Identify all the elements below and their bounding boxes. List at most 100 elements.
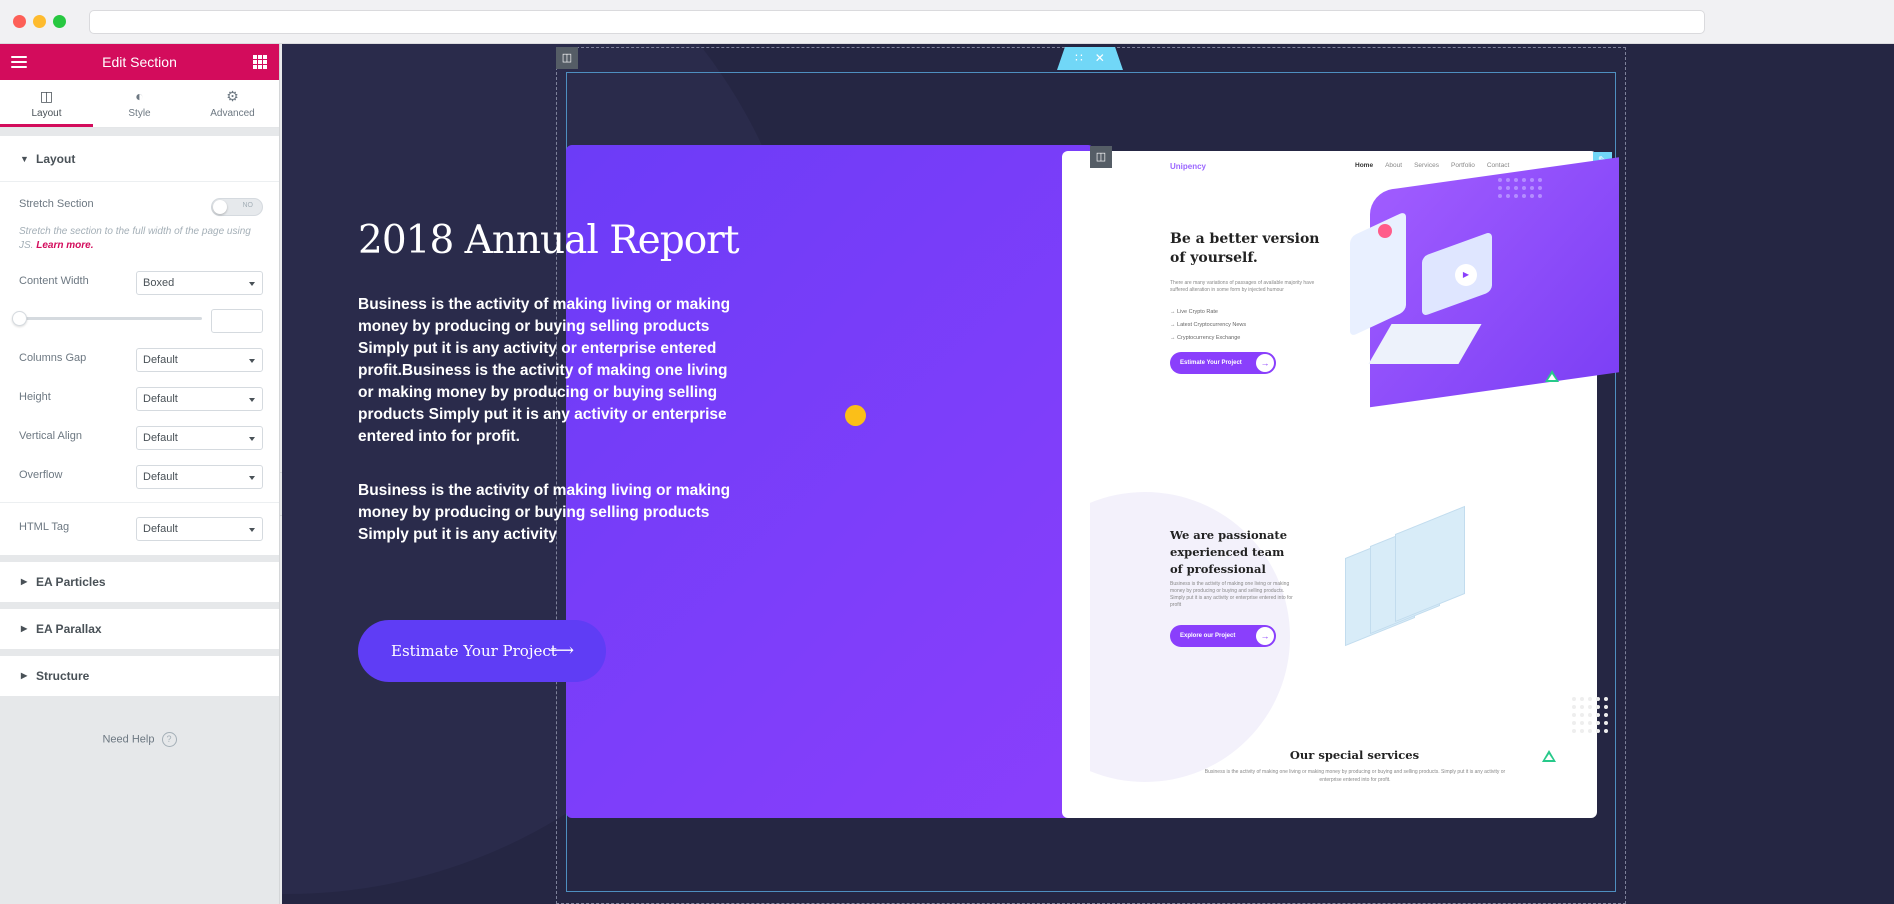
height-control: Height Default (0, 379, 279, 418)
decor-pink-dot (1378, 224, 1392, 238)
preview-button-label: Explore our Project (1180, 633, 1236, 639)
tab-advanced-label: Advanced (210, 108, 255, 119)
accordion-ea-particles[interactable]: ▶ EA Particles (0, 562, 279, 602)
editor-panel: Edit Section ◫ Layout ◐ Style ⚙ Advanced… (0, 44, 280, 904)
screens-illustration (1335, 505, 1485, 654)
preview-list-item: Latest Cryptocurrency News (1177, 322, 1247, 328)
preview-hero-title: Be a better version of yourself. (1170, 231, 1320, 266)
section-handle[interactable]: ∷ ✕ (1057, 47, 1123, 70)
height-select[interactable]: Default (136, 387, 263, 411)
dot-pattern-grey (1572, 697, 1608, 733)
arrow-right-icon: ⟶ (548, 640, 574, 661)
minimize-window-button[interactable] (33, 15, 46, 28)
report-paragraph-1: Business is the activity of making livin… (358, 296, 731, 445)
play-icon[interactable]: ▶ (1455, 264, 1477, 286)
layout-section-header[interactable]: ▼ Layout (0, 136, 279, 182)
vertical-align-label: Vertical Align (19, 430, 82, 442)
content-width-select[interactable]: Boxed (136, 271, 263, 295)
tab-advanced[interactable]: ⚙ Advanced (186, 80, 279, 127)
preview-button-label: Estimate Your Project (1180, 360, 1242, 366)
stretch-section-label: Stretch Section (19, 198, 94, 210)
divider (0, 502, 279, 503)
overflow-label: Overflow (19, 469, 63, 481)
vertical-align-control: Vertical Align Default (0, 418, 279, 457)
preview-nav-about[interactable]: About (1385, 162, 1402, 169)
report-title: 2018 Annual Report (358, 218, 739, 263)
preview-nav-services[interactable]: Services (1414, 162, 1439, 169)
width-slider-track[interactable] (19, 317, 202, 320)
layout-icon: ◫ (39, 88, 54, 104)
height-label: Height (19, 391, 51, 403)
preview-nav-contact[interactable]: Contact (1487, 162, 1509, 169)
preview-explore-button[interactable]: Explore our Project → (1170, 625, 1276, 647)
content-width-label: Content Width (19, 275, 89, 287)
columns-gap-label: Columns Gap (19, 352, 87, 364)
html-tag-label: HTML Tag (19, 521, 70, 533)
vertical-align-select[interactable]: Default (136, 426, 263, 450)
tab-style[interactable]: ◐ Style (93, 80, 186, 127)
editor-canvas: ∷✕ ◫ ◫ ✎ (282, 44, 1894, 904)
arrow-right-icon: → (1256, 354, 1274, 372)
preview-hero-list: → Live Crypto Rate → Latest Cryptocurren… (1170, 309, 1247, 341)
address-bar[interactable] (89, 10, 1705, 34)
isometric-illustration: ▶ (1340, 204, 1500, 374)
need-help-label: Need Help (102, 733, 155, 746)
preview-team-text: Business is the activity of making one l… (1170, 581, 1293, 608)
width-slider-control (0, 302, 279, 340)
layout-section-title: Layout (36, 152, 76, 166)
html-tag-control: HTML Tag Default (0, 509, 279, 555)
preview-list-item: Live Crypto Rate (1177, 309, 1218, 315)
tab-style-label: Style (128, 108, 151, 119)
columns-gap-select[interactable]: Default (136, 348, 263, 372)
caret-right-icon: ▶ (21, 577, 28, 586)
caret-down-icon: ▼ (20, 154, 29, 164)
columns-gap-control: Columns Gap Default (0, 340, 279, 379)
column-edit-icon[interactable]: ◫ (556, 47, 578, 69)
cta-label: Estimate Your Project (391, 642, 557, 660)
question-icon: ? (161, 732, 177, 747)
learn-more-link[interactable]: Learn more. (36, 240, 93, 251)
html-tag-select[interactable]: Default (136, 517, 263, 541)
toggle-state-text: NO (242, 202, 254, 209)
preview-team-title: We are passionate experienced team of pr… (1170, 528, 1288, 576)
close-window-button[interactable] (13, 15, 26, 28)
caret-right-icon: ▶ (21, 671, 28, 680)
stretch-description: Stretch the section to the full width of… (0, 225, 279, 263)
width-number-input[interactable] (211, 309, 263, 333)
estimate-project-button[interactable]: Estimate Your Project ⟶ (358, 620, 606, 682)
accordion-label: Structure (36, 669, 90, 683)
decor-yellow-dot (845, 405, 866, 426)
preview-nav-home[interactable]: Home (1355, 162, 1373, 169)
content-width-control: Content Width Boxed (0, 263, 279, 302)
panel-header: Edit Section (0, 44, 279, 80)
drag-icon[interactable]: ∷ (1075, 51, 1083, 65)
preview-nav: Home About Services Portfolio Contact (1355, 162, 1509, 169)
overflow-select[interactable]: Default (136, 465, 263, 489)
panel-tabs: ◫ Layout ◐ Style ⚙ Advanced (0, 80, 279, 128)
layout-section: ▼ Layout Stretch Section NO Stretch the … (0, 136, 279, 555)
accordion-structure[interactable]: ▶ Structure (0, 656, 279, 696)
need-help-link[interactable]: Need Help ? (0, 732, 279, 747)
dot-pattern (1498, 178, 1542, 198)
widgets-grid-icon[interactable] (253, 55, 267, 69)
accordion-label: EA Parallax (36, 622, 102, 636)
width-slider-handle[interactable] (12, 311, 27, 326)
close-icon[interactable]: ✕ (1095, 51, 1105, 65)
half-circle-icon: ◐ (135, 88, 144, 104)
tab-layout-label: Layout (31, 108, 62, 119)
preview-estimate-button[interactable]: Estimate Your Project → (1170, 352, 1276, 374)
preview-nav-portfolio[interactable]: Portfolio (1451, 162, 1475, 169)
preview-services-text: Business is the activity of making one l… (1204, 769, 1506, 783)
stretch-section-control: Stretch Section NO (0, 186, 279, 225)
arrow-right-icon: → (1256, 627, 1274, 645)
preview-hero-text: There are many variations of passages of… (1170, 280, 1315, 293)
accordion-ea-parallax[interactable]: ▶ EA Parallax (0, 609, 279, 649)
preview-list-item: Cryptocurrency Exchange (1177, 335, 1241, 341)
tab-layout[interactable]: ◫ Layout (0, 80, 93, 127)
stretch-section-toggle[interactable]: NO (211, 198, 263, 216)
site-preview: Unipency Home About Services Portfolio C… (1090, 152, 1619, 818)
preview-logo[interactable]: Unipency (1170, 162, 1206, 171)
report-paragraph-2: Business is the activity of making livin… (358, 482, 731, 543)
maximize-window-button[interactable] (53, 15, 66, 28)
panel-title: Edit Section (102, 54, 177, 70)
